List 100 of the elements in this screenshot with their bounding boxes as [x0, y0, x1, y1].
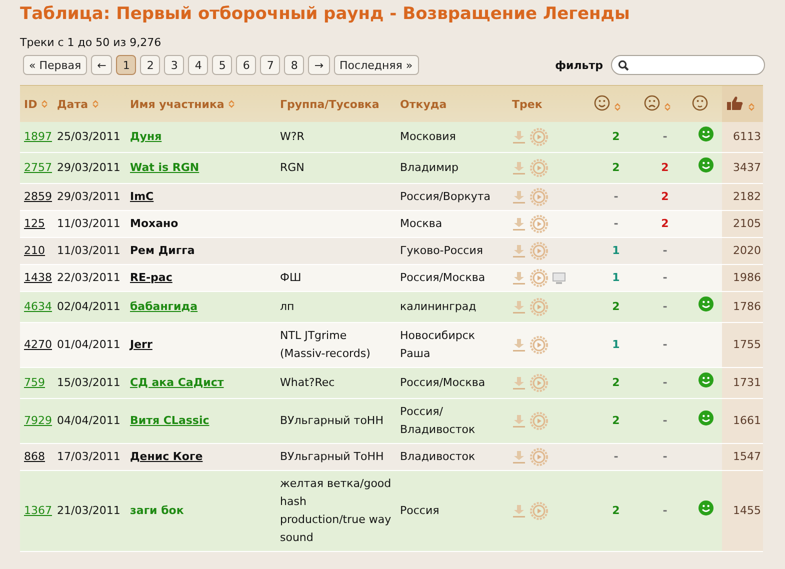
pagination-button[interactable]: 1: [116, 55, 136, 75]
pagination-button[interactable]: 3: [164, 55, 184, 75]
dislikes-count: -: [662, 244, 668, 257]
likes-count: 1: [612, 244, 620, 257]
participant-link[interactable]: Дуня: [130, 130, 162, 143]
participant-link[interactable]: Jerr: [130, 338, 152, 351]
smiley-icon: [594, 94, 610, 110]
likes-count: 1: [612, 271, 620, 284]
play-icon[interactable]: [530, 336, 548, 354]
filter-field[interactable]: [611, 55, 765, 75]
location-cell: Московия: [400, 130, 456, 143]
score-cell: 3437: [733, 161, 761, 174]
score-cell: 1986: [733, 271, 761, 284]
download-icon[interactable]: [512, 190, 526, 204]
likes-count: -: [614, 190, 618, 203]
page-title: Таблица: Первый отборочный раунд - Возвращение Легенды: [20, 4, 631, 24]
download-icon[interactable]: [512, 130, 526, 144]
participant-link[interactable]: ImC: [130, 190, 154, 203]
likes-count: -: [614, 450, 618, 463]
likes-count: -: [614, 217, 618, 230]
download-icon[interactable]: [512, 300, 526, 314]
sort-icon[interactable]: [664, 103, 671, 112]
play-icon[interactable]: [530, 215, 548, 233]
participant-link[interactable]: СД ака СаДист: [130, 376, 224, 389]
id-link[interactable]: 1438: [24, 271, 52, 284]
group-cell: RGN: [280, 161, 304, 174]
score-cell: 1731: [733, 376, 761, 389]
likes-count: 2: [612, 376, 620, 389]
download-icon[interactable]: [512, 338, 526, 352]
download-icon[interactable]: [512, 504, 526, 518]
play-icon[interactable]: [530, 159, 548, 177]
dislikes-count: 2: [661, 190, 669, 203]
id-link[interactable]: 2859: [24, 190, 52, 203]
participant-link[interactable]: RE-рас: [130, 271, 172, 284]
download-icon[interactable]: [512, 244, 526, 258]
participant-link[interactable]: Wat is RGN: [130, 161, 200, 174]
id-link[interactable]: 1897: [24, 130, 52, 143]
play-icon[interactable]: [530, 128, 548, 146]
dislikes-count: -: [662, 300, 668, 313]
smiley-icon: [698, 410, 714, 426]
id-link[interactable]: 1367: [24, 504, 52, 517]
id-link[interactable]: 7929: [24, 414, 52, 427]
download-icon[interactable]: [512, 376, 526, 390]
date-cell: 01/04/2011: [57, 338, 120, 351]
id-link[interactable]: 4634: [24, 300, 52, 313]
id-link[interactable]: 759: [24, 376, 45, 389]
play-icon[interactable]: [530, 448, 548, 466]
participant-name: заги бок: [130, 504, 184, 517]
pagination-button[interactable]: 6: [236, 55, 256, 75]
sort-icon[interactable]: [748, 103, 755, 112]
results-summary: Треки с 1 до 50 из 9,276: [20, 36, 162, 49]
participant-link[interactable]: Витя CLassic: [130, 414, 210, 427]
sad-face-icon: [644, 94, 660, 110]
play-icon[interactable]: [530, 269, 548, 287]
play-icon[interactable]: [530, 412, 548, 430]
pagination-button[interactable]: 4: [188, 55, 208, 75]
location-cell: Москва: [400, 217, 442, 230]
location-cell: Россия/ Владивосток: [400, 405, 476, 436]
likes-count: 2: [612, 130, 620, 143]
pagination-button[interactable]: →: [308, 55, 330, 75]
pagination-button[interactable]: ←: [91, 55, 112, 75]
location-cell: Россия/Москва: [400, 376, 486, 389]
id-link[interactable]: 125: [24, 217, 45, 230]
pagination-button[interactable]: 2: [140, 55, 160, 75]
sort-icon[interactable]: [92, 100, 100, 108]
download-icon[interactable]: [512, 414, 526, 428]
id-link[interactable]: 868: [24, 450, 45, 463]
thumbs-up-icon: [726, 94, 744, 110]
participant-link[interactable]: бабангида: [130, 300, 198, 313]
likes-count: 2: [612, 161, 620, 174]
id-link[interactable]: 210: [24, 244, 45, 257]
participant-link[interactable]: Денис Коге: [130, 450, 203, 463]
dislikes-count: -: [662, 414, 668, 427]
download-icon[interactable]: [512, 271, 526, 285]
smiley-icon: [698, 500, 714, 516]
id-link[interactable]: 2757: [24, 161, 52, 174]
sort-icon[interactable]: [614, 103, 621, 112]
download-icon[interactable]: [512, 450, 526, 464]
pagination-button[interactable]: Последняя »: [334, 55, 419, 75]
play-icon[interactable]: [530, 374, 548, 392]
sort-icon[interactable]: [41, 100, 48, 108]
pagination-button[interactable]: « Первая: [23, 55, 88, 75]
date-cell: 29/03/2011: [57, 190, 120, 203]
score-cell: 1786: [733, 300, 761, 313]
monitor-icon[interactable]: [552, 272, 566, 284]
download-icon[interactable]: [512, 217, 526, 231]
play-icon[interactable]: [530, 502, 548, 520]
likes-count: 2: [612, 504, 620, 517]
score-cell: 1661: [733, 414, 761, 427]
date-cell: 22/03/2011: [57, 271, 120, 284]
play-icon[interactable]: [530, 242, 548, 260]
play-icon[interactable]: [530, 298, 548, 316]
id-link[interactable]: 4270: [24, 338, 52, 351]
pagination-button[interactable]: 7: [260, 55, 280, 75]
location-cell: Россия/Воркута: [400, 190, 490, 203]
pagination-button[interactable]: 5: [212, 55, 232, 75]
pagination-button[interactable]: 8: [284, 55, 304, 75]
sort-icon[interactable]: [228, 100, 236, 108]
play-icon[interactable]: [530, 188, 548, 206]
download-icon[interactable]: [512, 161, 526, 175]
